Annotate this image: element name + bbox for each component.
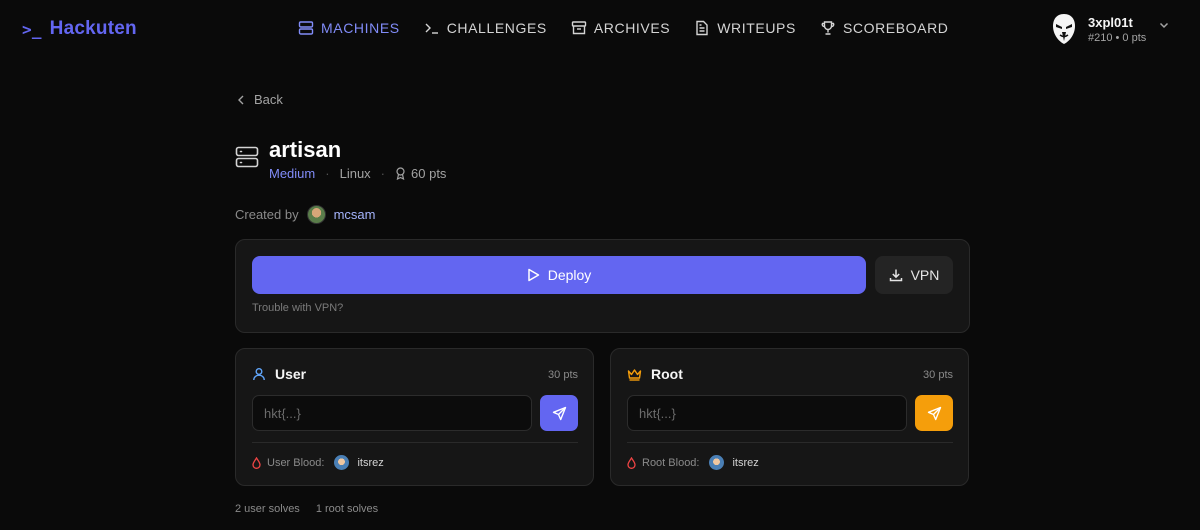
root-flag-title: Root <box>627 366 683 382</box>
user-menu[interactable]: 3xpl01t #210 • 0 pts <box>1050 13 1169 45</box>
flag-title-label: User <box>275 366 307 382</box>
back-link[interactable]: Back <box>236 92 283 107</box>
logo-prompt: >_ <box>22 19 42 39</box>
created-by: Created by mcsam <box>235 205 375 224</box>
username: 3xpl01t <box>1088 14 1133 30</box>
nav-writeups[interactable]: WRITEUPS <box>694 20 796 36</box>
droplet-icon <box>252 456 261 469</box>
flag-points: 30 pts <box>923 369 953 381</box>
chevron-left-icon <box>238 95 244 104</box>
root-first-blood: Root Blood: itsrez <box>627 455 759 470</box>
vpn-label: VPN <box>910 267 940 283</box>
user-rank: #210 • 0 pts <box>1088 31 1147 44</box>
blood-label: Root Blood: <box>642 456 700 469</box>
deploy-panel: Deploy VPN Trouble with VPN? <box>235 239 970 333</box>
blood-user-avatar <box>334 455 350 470</box>
root-flag-input[interactable] <box>627 395 907 431</box>
nav-scoreboard[interactable]: SCOREBOARD <box>820 20 949 36</box>
play-icon <box>527 268 539 282</box>
nav-label: CHALLENGES <box>446 20 547 36</box>
flag-points: 30 pts <box>548 369 578 381</box>
blood-user-link[interactable]: itsrez <box>732 457 758 469</box>
send-icon <box>552 406 566 420</box>
submit-root-flag-button[interactable] <box>915 395 953 431</box>
nav-label: ARCHIVES <box>593 20 671 36</box>
creator-link[interactable]: mcsam <box>334 207 376 222</box>
user-avatar <box>1050 13 1078 45</box>
trophy-icon <box>821 21 835 35</box>
created-by-label: Created by <box>235 207 299 222</box>
machine-points: 60 pts <box>395 166 446 181</box>
nav-label: MACHINES <box>321 20 400 36</box>
logo-text: Hackuten <box>49 18 137 39</box>
crown-icon <box>627 368 642 381</box>
vpn-help-link[interactable]: Trouble with VPN? <box>252 302 343 314</box>
document-icon <box>696 20 708 36</box>
hacker-mask-icon <box>1053 14 1075 44</box>
user-first-blood: User Blood: itsrez <box>252 455 384 470</box>
user-flag-title: User <box>252 366 306 382</box>
machine-title: artisan <box>269 137 342 162</box>
server-icon <box>235 146 259 168</box>
creator-avatar <box>306 205 326 224</box>
award-icon <box>396 167 405 180</box>
nav-machines[interactable]: MACHINES <box>298 20 400 36</box>
user-info: 3xpl01t #210 • 0 pts <box>1088 15 1146 44</box>
nav-label: WRITEUPS <box>717 20 796 36</box>
send-icon <box>927 406 941 420</box>
chevron-down-icon <box>1159 22 1169 29</box>
divider <box>627 442 953 443</box>
nav-challenges[interactable]: CHALLENGES <box>424 20 547 36</box>
user-flag-input[interactable] <box>252 395 532 431</box>
back-label: Back <box>254 92 283 107</box>
main-nav: MACHINES CHALLENGES ARCHIVES WRITEUPS SC… <box>298 20 949 36</box>
deploy-button[interactable]: Deploy <box>252 256 866 294</box>
download-icon <box>889 269 902 282</box>
logo[interactable]: >_ Hackuten <box>22 18 137 40</box>
divider <box>252 442 578 443</box>
nav-label: SCOREBOARD <box>842 20 949 36</box>
blood-user-avatar <box>709 455 725 470</box>
separator-dot: · <box>380 166 386 181</box>
deploy-label: Deploy <box>547 267 592 283</box>
points-label: 60 pts <box>411 166 447 181</box>
user-flag-panel: User 30 pts User Blood: itsrez <box>235 348 594 486</box>
user-solves: 2 user solves <box>235 503 300 515</box>
difficulty-badge: Medium <box>269 166 316 181</box>
os-label: Linux <box>339 166 371 181</box>
submit-user-flag-button[interactable] <box>540 395 578 431</box>
nav-archives[interactable]: ARCHIVES <box>571 20 670 36</box>
blood-label: User Blood: <box>267 456 325 469</box>
machine-meta: Medium · Linux · 60 pts <box>269 166 446 181</box>
separator-dot: · <box>325 166 330 181</box>
root-flag-panel: Root 30 pts Root Blood: itsrez <box>610 348 969 486</box>
vpn-download-button[interactable]: VPN <box>875 256 953 294</box>
solve-stats: 2 user solves 1 root solves <box>235 503 378 515</box>
terminal-icon <box>425 23 438 34</box>
flag-title-label: Root <box>651 366 683 382</box>
user-icon <box>253 368 265 381</box>
blood-user-link[interactable]: itsrez <box>357 457 383 469</box>
root-solves: 1 root solves <box>315 503 379 515</box>
server-icon <box>298 21 314 35</box>
archive-icon <box>571 21 587 35</box>
top-navbar: >_ Hackuten MACHINES CHALLENGES ARCHIVES… <box>0 0 1200 58</box>
droplet-icon <box>627 456 636 469</box>
